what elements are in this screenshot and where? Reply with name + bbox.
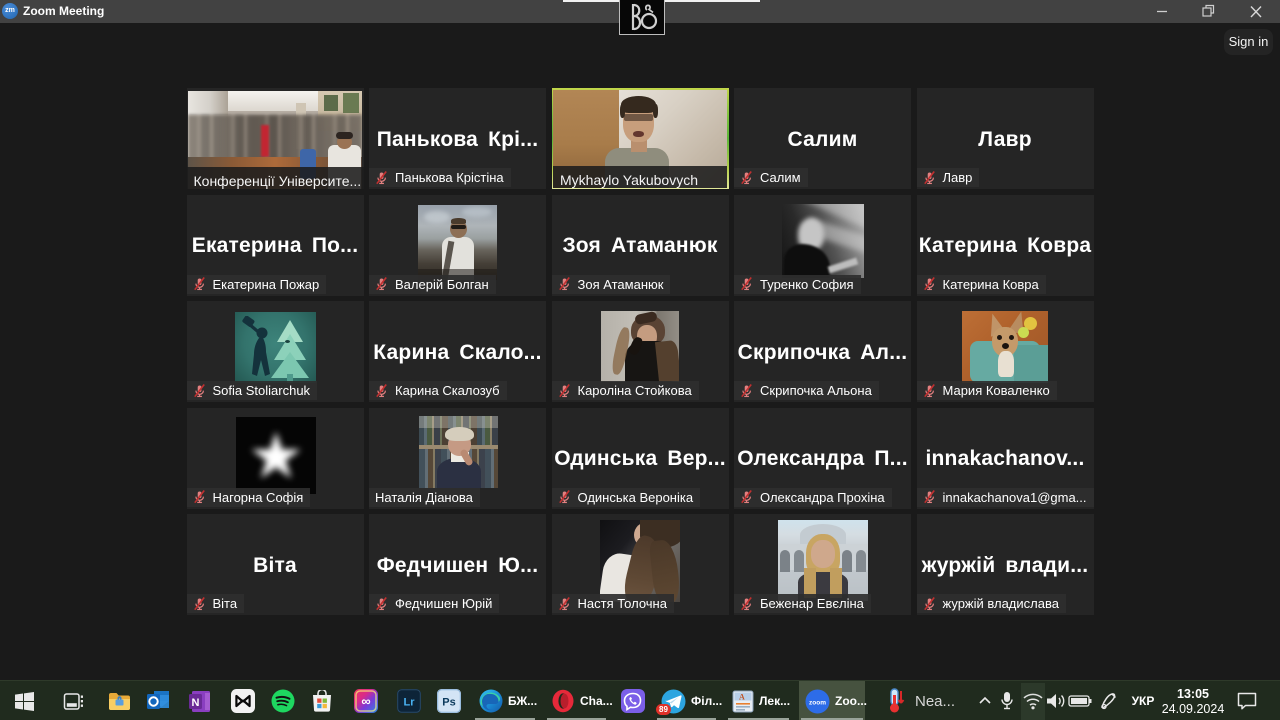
svg-text:Ps: Ps xyxy=(442,697,455,709)
svg-text:zoom: zoom xyxy=(809,699,826,706)
svg-text:N: N xyxy=(191,697,199,709)
svg-text:∞: ∞ xyxy=(361,694,370,709)
svg-text:Lr: Lr xyxy=(404,697,416,709)
svg-text:A: A xyxy=(739,692,745,701)
